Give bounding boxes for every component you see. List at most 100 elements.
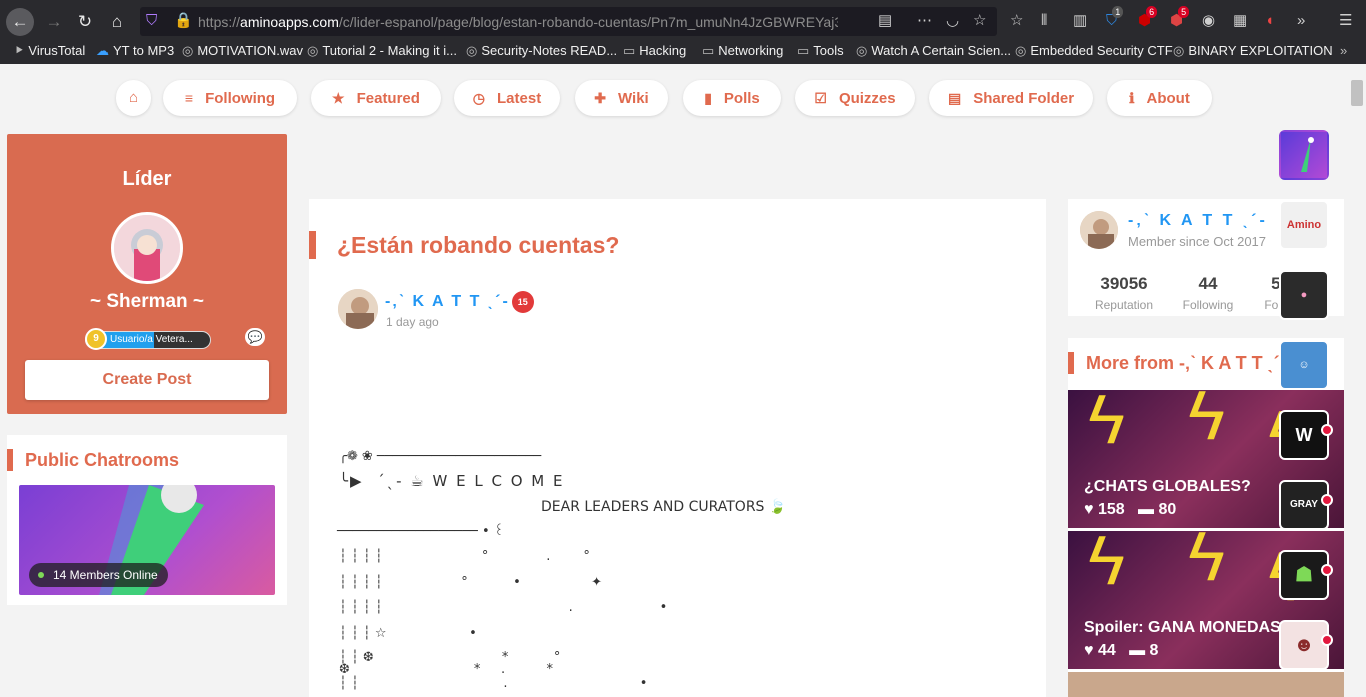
ublock-icon[interactable]: ⬢ 6: [1138, 6, 1158, 30]
post-line: ┆ ┆ ┆ ┆ ° . °: [339, 549, 590, 564]
bitwarden-icon[interactable]: ⛉ 1: [1106, 6, 1124, 30]
community-leader-card: Líder ~ Sherman ~ Usuario/a Vetera... 9 …: [7, 134, 287, 414]
post-line: ┆ ┆ ┆ ┆ ° • ✦: [339, 575, 602, 590]
hamburger-menu-icon[interactable]: ☰: [1339, 12, 1352, 30]
bookmark-folder[interactable]: ▭ Tools: [797, 43, 844, 59]
scrollbar-thumb[interactable]: [1351, 80, 1363, 106]
comment-count: 8: [1149, 642, 1159, 659]
extensions-grid-icon[interactable]: ▦: [1233, 12, 1247, 30]
bookmark-item[interactable]: ◎ BINARY EXPLOITATION: [1173, 43, 1333, 59]
url-bar[interactable]: ⛉ 🔒 https://aminoapps.com/c/lider-espano…: [140, 7, 997, 36]
nav-about[interactable]: ℹ About: [1107, 80, 1212, 116]
back-button[interactable]: ←: [6, 8, 34, 36]
author-name[interactable]: -‚ˋ K A T T ˎ´-: [1128, 212, 1268, 230]
wiki-icon: ✚: [594, 90, 607, 106]
privacy-badger-icon[interactable]: ◉: [1202, 12, 1215, 30]
author-avatar[interactable]: [1080, 211, 1118, 249]
amino-mark: [1301, 137, 1314, 172]
nav-featured[interactable]: ★ Featured: [311, 80, 441, 116]
chat-bubble-icon[interactable]: 💬: [245, 328, 265, 346]
gray-hat-icon[interactable]: GRAY HAT: [1279, 480, 1329, 530]
post-line: ❆ * . *: [339, 662, 553, 677]
nav-quizzes[interactable]: ☑ Quizzes: [795, 80, 915, 116]
community-amino-icon[interactable]: Amino: [1279, 200, 1329, 250]
bookmark-item[interactable]: ⯈ VirusTotal: [14, 43, 85, 59]
chatroom-thumbnail[interactable]: 14 Members Online: [19, 485, 275, 595]
avatar-photo: [1080, 211, 1118, 249]
bookmark-star-icon[interactable]: ☆: [973, 12, 986, 30]
icon-label: W: [1295, 425, 1313, 445]
bookmark-item[interactable]: ◎ Tutorial 2 - Making it i...: [307, 43, 457, 59]
bookmark-item[interactable]: ◎ Embedded Security CTF: [1015, 43, 1173, 59]
author-level-badge: 15: [511, 291, 534, 313]
notification-dot: [1321, 564, 1333, 576]
url-text[interactable]: https://aminoapps.com/c/lider-espanol/pa…: [198, 14, 838, 30]
bookmarks-bar: ⯈ VirusTotal ☁ YT to MP3 ◎ MOTIVATION.wav ◎…: [0, 40, 1366, 62]
avatar[interactable]: [111, 212, 183, 284]
bookmark-item[interactable]: ◎ MOTIVATION.wav: [182, 43, 303, 59]
scrollbar[interactable]: [1348, 64, 1366, 697]
bookmarks-overflow-icon[interactable]: »: [1340, 43, 1347, 59]
w-logo-icon[interactable]: W: [1279, 410, 1329, 460]
extension-icon[interactable]: ⬢ 5: [1170, 6, 1190, 30]
post-title: ¿Están robando cuentas?: [309, 231, 619, 259]
page-actions-icon[interactable]: ⋯: [917, 12, 932, 30]
bookmark-menu-icon[interactable]: ☆: [1010, 12, 1023, 30]
bookmark-item[interactable]: ◎ Security-Notes READ...: [466, 43, 617, 59]
lock-icon[interactable]: 🔒: [174, 12, 193, 30]
library-icon[interactable]: ⫴: [1041, 12, 1047, 30]
card-title: Líder: [122, 168, 172, 190]
notification-dot: [1321, 494, 1333, 506]
kirby-icon[interactable]: ●: [1279, 270, 1329, 320]
overflow-chevron-icon[interactable]: »: [1297, 12, 1305, 30]
amino-logo-icon[interactable]: [1279, 130, 1329, 180]
nav-wiki[interactable]: ✚ Wiki: [575, 80, 668, 116]
author-avatar[interactable]: [338, 289, 378, 329]
post-line: ┆ ┆ ┆ ☆ •: [339, 626, 477, 641]
stat-reputation: 39056 Reputation: [1079, 274, 1169, 312]
bookmark-folder[interactable]: ▭ Hacking: [623, 43, 686, 59]
nav-label: About: [1146, 90, 1190, 107]
post-line: ┆ ┆ ┆ ┆ . •: [339, 600, 668, 615]
ghostery-icon[interactable]: ◖: [1265, 12, 1274, 30]
page-content: ⌂ ≡ Following ★ Featured ◷ Latest ✚ Wiki ▮ Po…: [0, 64, 1366, 697]
nav-latest[interactable]: ◷ Latest: [454, 80, 560, 116]
bookmark-folder[interactable]: ▭ Networking: [702, 43, 783, 59]
author-name[interactable]: -‚ˋ K A T T ˎ´- 15: [385, 291, 534, 313]
anime-girl-icon[interactable]: ☻: [1279, 620, 1329, 670]
related-post-stats: ♥ 158 ▬ 80: [1084, 501, 1176, 519]
public-chatrooms-card: Public Chatrooms 14 Members Online: [7, 435, 287, 605]
star-icon: ★: [332, 90, 345, 106]
username[interactable]: ~ Sherman ~: [7, 291, 287, 313]
nav-home[interactable]: ⌂: [116, 80, 151, 116]
clock-icon: ◷: [472, 90, 486, 106]
lightning-icon: ϟ: [1188, 390, 1226, 454]
nav-following[interactable]: ≡ Following: [163, 80, 297, 116]
members-online-badge: 14 Members Online: [29, 563, 168, 587]
reload-button[interactable]: ↻: [71, 8, 99, 36]
heart-icon: ♥: [1084, 501, 1098, 518]
nav-shared-folder[interactable]: ▤ Shared Folder: [929, 80, 1093, 116]
bookmark-item[interactable]: ◎ Watch A Certain Scien...: [856, 43, 1011, 59]
icon-label: Amino: [1286, 219, 1322, 231]
nav-polls[interactable]: ▮ Polls: [683, 80, 781, 116]
post-timestamp: 1 day ago: [386, 315, 439, 329]
lightning-icon: ϟ: [1088, 531, 1126, 599]
forward-button[interactable]: →: [40, 8, 68, 36]
create-post-button[interactable]: Create Post: [25, 360, 269, 400]
tracking-shield-icon[interactable]: ⛉: [146, 12, 157, 30]
android-icon[interactable]: ☗: [1279, 550, 1329, 600]
avatar-photo: [338, 289, 378, 329]
stat-following[interactable]: 44 Following: [1163, 274, 1253, 312]
sidebar-toggle-icon[interactable]: ▥: [1073, 12, 1087, 30]
pocket-icon[interactable]: ◡: [946, 12, 959, 30]
anime-boy-icon[interactable]: ☺: [1279, 340, 1329, 390]
globe-icon: ◎: [856, 43, 868, 58]
reader-view-icon[interactable]: ▤: [878, 12, 892, 30]
home-button[interactable]: ⌂: [103, 8, 131, 36]
related-post-title: Spoiler: GANA MONEDAS X4: [1084, 619, 1305, 636]
chatrooms-title: Public Chatrooms: [7, 449, 179, 471]
folder-icon: ▭: [623, 43, 636, 58]
bookmark-item[interactable]: ☁ YT to MP3: [96, 43, 174, 59]
folder-icon: ▭: [702, 43, 715, 58]
